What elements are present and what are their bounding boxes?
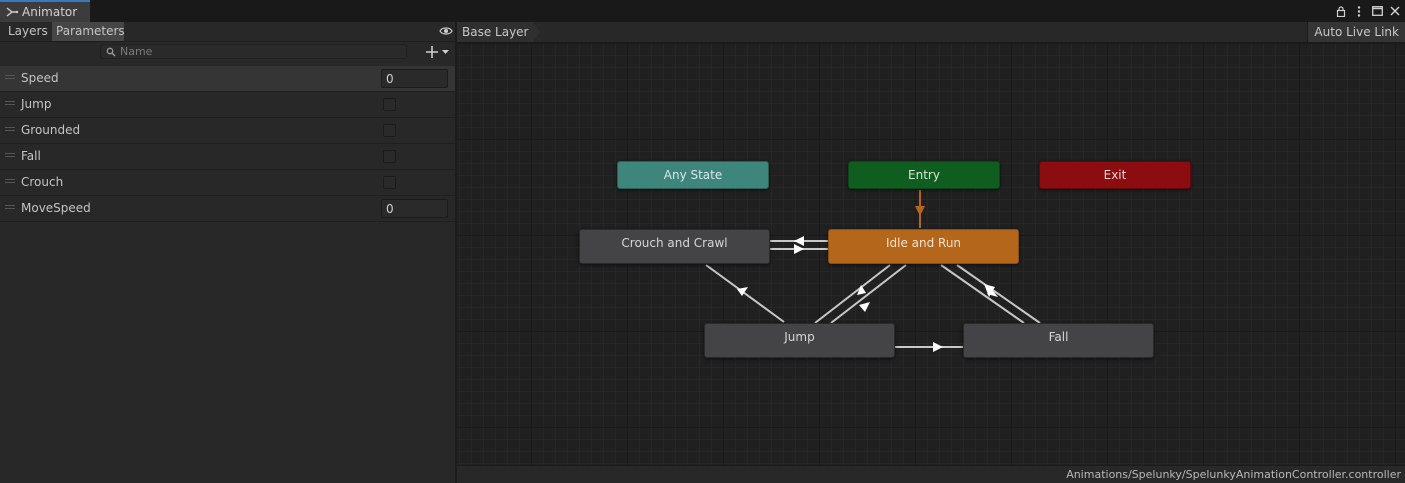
drag-handle-icon[interactable]: [5, 205, 15, 210]
state-crouch-and-crawl[interactable]: Crouch and Crawl: [579, 229, 770, 264]
drag-handle-icon[interactable]: [5, 179, 15, 184]
transition-jump-to-idle[interactable]: [814, 264, 891, 324]
state-any-state[interactable]: Any State: [617, 161, 769, 189]
kebab-menu-icon[interactable]: [1353, 5, 1365, 17]
maximize-icon[interactable]: [1371, 5, 1383, 17]
parameter-row[interactable]: Grounded: [0, 118, 455, 144]
parameter-row[interactable]: Crouch: [0, 170, 455, 196]
transition-idle-to-crouch[interactable]: [770, 236, 828, 246]
drag-handle-icon[interactable]: [5, 127, 15, 132]
parameter-name: Speed: [21, 71, 59, 85]
state-entry[interactable]: Entry: [848, 161, 1000, 189]
parameter-row[interactable]: Jump: [0, 92, 455, 118]
transition-jump-to-fall[interactable]: [894, 342, 963, 352]
parameter-name: Grounded: [21, 123, 81, 137]
drag-handle-icon[interactable]: [5, 75, 15, 80]
bool-checkbox[interactable]: [383, 98, 396, 111]
search-icon: [106, 47, 116, 56]
parameter-list: Speed Jump Grounded Fall Crouch: [0, 66, 455, 222]
close-icon[interactable]: [1389, 5, 1401, 17]
state-label: Fall: [1048, 330, 1069, 344]
state-label: Idle and Run: [885, 236, 962, 250]
tab-parameters[interactable]: Parameters: [52, 22, 125, 41]
chevron-down-icon: [442, 50, 449, 54]
animator-tab[interactable]: Animator: [0, 0, 90, 22]
add-parameter-button[interactable]: [425, 44, 451, 60]
state-label: Crouch and Crawl: [621, 236, 728, 250]
parameter-name: Crouch: [21, 175, 64, 189]
drag-handle-icon[interactable]: [5, 153, 15, 158]
state-idle-and-run[interactable]: Idle and Run: [828, 229, 1019, 264]
tab-layers[interactable]: Layers: [4, 22, 52, 41]
state-label: Jump: [784, 330, 815, 344]
transition-idle-to-fall[interactable]: [940, 264, 1025, 324]
status-bar: Animations/Spelunky/SpelunkyAnimationCon…: [457, 465, 1405, 483]
bool-checkbox[interactable]: [383, 176, 396, 189]
transition-fall-to-idle[interactable]: [956, 264, 1041, 324]
parameter-name: Fall: [21, 149, 41, 163]
transition-crouch-to-idle[interactable]: [770, 244, 828, 254]
lock-icon[interactable]: [1335, 5, 1347, 17]
animator-icon: [6, 7, 18, 17]
state-label: Any State: [663, 168, 723, 182]
parameter-row[interactable]: Fall: [0, 144, 455, 170]
tab-title: Animator: [22, 5, 78, 19]
transition-jump-to-crouch[interactable]: [705, 264, 785, 323]
parameter-name: MoveSpeed: [21, 201, 91, 215]
state-fall[interactable]: Fall: [963, 323, 1154, 358]
plus-icon: [426, 46, 438, 58]
bool-checkbox[interactable]: [383, 124, 396, 137]
bool-checkbox[interactable]: [383, 150, 396, 163]
search-input[interactable]: [120, 45, 390, 58]
state-exit[interactable]: Exit: [1039, 161, 1191, 189]
parameter-row[interactable]: MoveSpeed: [0, 196, 455, 222]
window-controls: [1335, 2, 1401, 20]
asset-path: Animations/Spelunky/SpelunkyAnimationCon…: [1066, 468, 1401, 481]
default-transition-entry-idle[interactable]: [915, 190, 925, 228]
parameter-search[interactable]: [100, 44, 407, 59]
drag-handle-icon[interactable]: [5, 101, 15, 106]
state-jump[interactable]: Jump: [704, 323, 895, 358]
transition-idle-to-jump[interactable]: [830, 264, 907, 324]
window-tab-strip: Animator: [0, 0, 1405, 23]
state-label: Entry: [908, 168, 940, 182]
parameters-panel: Layers Parameters Spe: [0, 22, 457, 483]
state-label: Exit: [1103, 168, 1127, 182]
float-value-field[interactable]: [381, 199, 448, 218]
eye-icon[interactable]: [439, 25, 453, 37]
animator-window: Animator Layers Parameters Name Speed 0 …: [0, 0, 1405, 483]
parameter-name: Jump: [21, 97, 52, 111]
state-machine-graph-panel: Base Layer Auto Live Link Any State Entr…: [457, 22, 1405, 483]
search-row: [0, 42, 455, 64]
float-value-field[interactable]: [381, 69, 448, 88]
panel-toolbar: Layers Parameters: [0, 22, 455, 42]
parameter-row[interactable]: Speed: [0, 66, 455, 92]
